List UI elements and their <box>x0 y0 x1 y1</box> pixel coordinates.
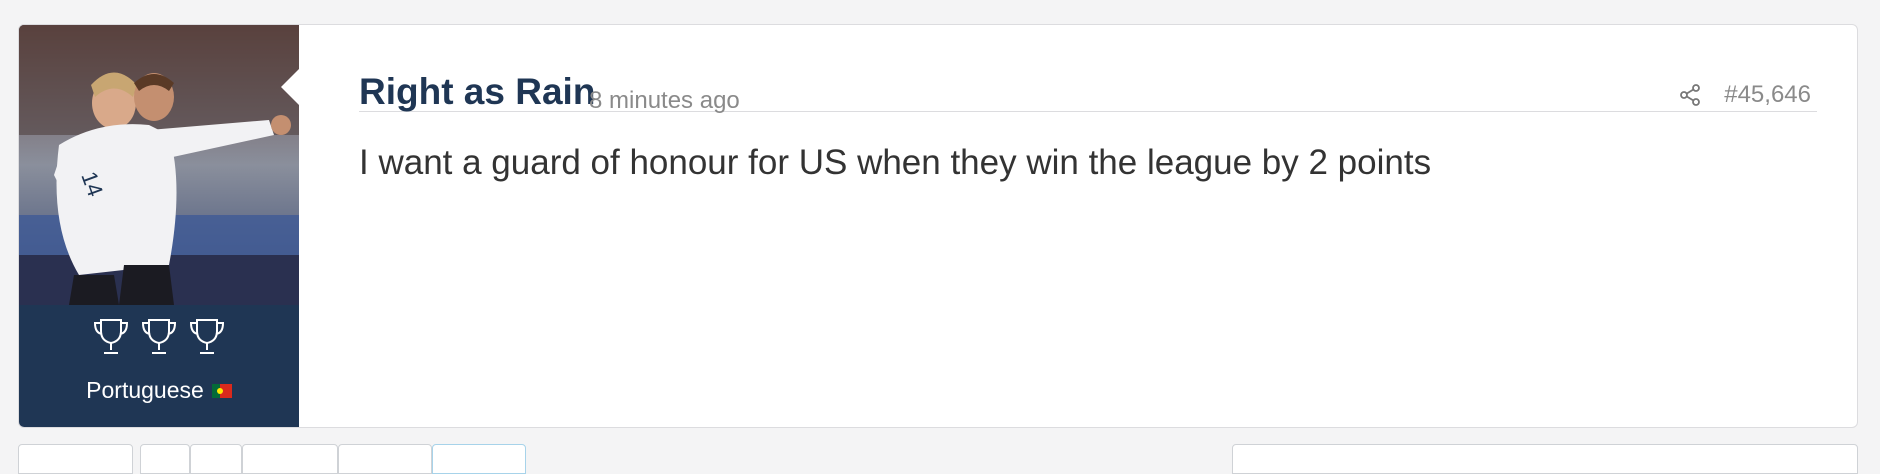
post-controls-bar <box>0 444 1880 474</box>
control-button-active[interactable] <box>432 444 526 474</box>
post-content: I want a guard of honour for US when the… <box>359 143 1432 182</box>
control-button[interactable] <box>140 444 190 474</box>
post-body: Right as Rain 8 minutes ago #45,646 I wa… <box>359 25 1817 427</box>
badge-label: Portuguese <box>86 377 204 403</box>
user-badge: Portuguese <box>19 377 299 404</box>
control-button[interactable] <box>242 444 338 474</box>
forum-post: 14 Portuguese Right as Rain 8 minutes ag… <box>18 24 1858 428</box>
user-sidebar: 14 Portuguese <box>19 25 299 427</box>
post-actions: #45,646 <box>1678 81 1811 109</box>
portugal-flag-icon <box>211 383 232 398</box>
trophy-icon <box>189 319 225 354</box>
reply-box[interactable] <box>1232 444 1858 474</box>
trophy-row <box>19 317 299 357</box>
control-button[interactable] <box>338 444 432 474</box>
trophy-icon <box>141 319 177 354</box>
post-number-link[interactable]: #45,646 <box>1724 81 1811 109</box>
control-button[interactable] <box>190 444 242 474</box>
avatar[interactable]: 14 <box>19 25 299 305</box>
share-icon[interactable] <box>1678 83 1702 107</box>
post-timestamp: 8 minutes ago <box>589 87 740 114</box>
post-header: Right as Rain 8 minutes ago #45,646 <box>359 51 1817 114</box>
speech-notch <box>281 69 299 105</box>
trophy-icon <box>93 319 129 354</box>
control-button[interactable] <box>18 444 133 474</box>
username-link[interactable]: Right as Rain <box>359 71 595 113</box>
